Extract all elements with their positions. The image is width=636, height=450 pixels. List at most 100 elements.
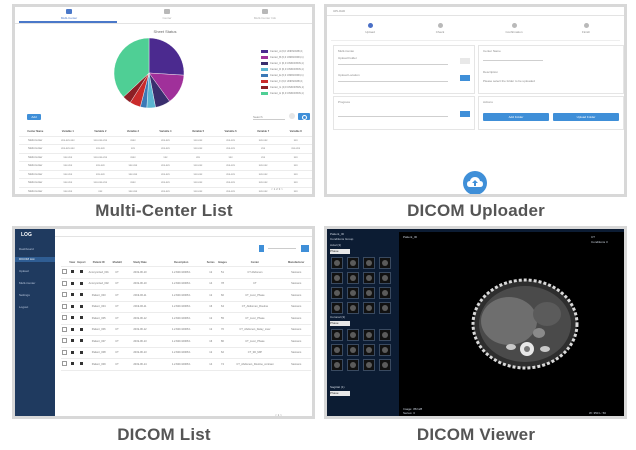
tab-multi-center[interactable]: Multi-Center xyxy=(19,9,119,20)
series-thumbnail[interactable] xyxy=(363,287,375,299)
refresh-icon[interactable] xyxy=(289,113,295,119)
start-button[interactable] xyxy=(460,111,470,117)
column-header[interactable]: Modality xyxy=(111,259,123,267)
series-thumbnail[interactable] xyxy=(331,257,343,269)
series-thumbnail[interactable] xyxy=(363,257,375,269)
pagination[interactable]: < 1 2 3 > xyxy=(271,187,283,191)
table-row[interactable]: Patient_006 CT 2019-06-12 1.2.840.10008.1 12… xyxy=(61,324,311,336)
series-thumbnail[interactable] xyxy=(347,257,359,269)
cloud-upload-button[interactable] xyxy=(463,171,487,194)
column-header[interactable] xyxy=(61,259,69,267)
row-checkbox[interactable] xyxy=(61,358,69,371)
sidebar-item-dicom-list[interactable]: DICOM List xyxy=(15,257,55,262)
table-row[interactable]: Multi-Center xxx-xxx xxx-xxx xxx-xxx xxx-xxx… xyxy=(19,170,312,179)
sidebar-item-logout[interactable]: Logout xyxy=(19,305,53,310)
column-header[interactable]: Patient ID xyxy=(85,259,112,267)
filter-button[interactable] xyxy=(259,245,264,252)
row-checkbox[interactable] xyxy=(61,289,69,302)
series-thumbnail[interactable] xyxy=(331,329,343,341)
series-thumbnail[interactable] xyxy=(379,329,391,341)
row-checkbox[interactable] xyxy=(61,266,69,279)
export-icon[interactable] xyxy=(79,281,83,285)
column-header[interactable]: Export xyxy=(76,259,86,267)
table-row[interactable]: Multi-Center xxx-xxx xxx-xxx-xxx xxxx xxx-xx… xyxy=(19,178,312,188)
series-thumbnail[interactable] xyxy=(331,359,343,371)
view-icon[interactable] xyxy=(70,270,74,274)
table-row[interactable]: Patient_007 CT 2019-06-13 1.2.840.10008.1 16… xyxy=(61,335,311,348)
series-thumbnail[interactable] xyxy=(363,329,375,341)
column-header[interactable]: Variable 1 xyxy=(51,128,85,137)
column-header[interactable]: Variable 8 xyxy=(279,128,312,137)
upload-location-input[interactable] xyxy=(338,81,448,82)
search-button[interactable] xyxy=(301,245,309,252)
view-icon[interactable] xyxy=(70,304,74,308)
export-icon[interactable] xyxy=(79,304,83,308)
coronal-select[interactable]: Phase xyxy=(330,321,350,326)
export-icon[interactable] xyxy=(79,327,83,331)
upload-folder-button[interactable]: Upload Folder xyxy=(553,113,619,121)
series-thumbnail[interactable] xyxy=(363,344,375,356)
series-thumbnail[interactable] xyxy=(347,272,359,284)
tab-center[interactable]: Center xyxy=(117,9,217,20)
table-row[interactable]: Anonymized_002 CT 2019-06-10 1.2.840.10008.… xyxy=(61,278,311,290)
series-thumbnail[interactable] xyxy=(347,344,359,356)
series-thumbnail[interactable] xyxy=(363,359,375,371)
column-header[interactable]: Variable 2 xyxy=(84,128,117,137)
search-button[interactable] xyxy=(298,113,310,120)
column-header[interactable]: Variable 7 xyxy=(246,128,280,137)
table-row[interactable]: Multi-Center xxx-xxx xxx-xxx xxx-xxx xxx-xxx… xyxy=(19,161,312,171)
upload-folder-input[interactable] xyxy=(338,64,448,65)
add-folder-button[interactable]: Add Folder xyxy=(483,113,549,121)
table-row[interactable]: Patient_008 CT 2019-06-13 1.2.840.10008.1 12… xyxy=(61,347,311,359)
sidebar-item-settings[interactable]: Settings xyxy=(19,293,53,298)
series-thumbnail[interactable] xyxy=(347,359,359,371)
view-icon[interactable] xyxy=(70,316,74,320)
column-header[interactable]: Description xyxy=(157,259,205,267)
export-icon[interactable] xyxy=(79,350,83,354)
series-thumbnail[interactable] xyxy=(379,257,391,269)
table-row[interactable]: Multi-Center xxx-xxx-xxx xxx-xxx-xxx xxxx xx… xyxy=(19,136,312,145)
row-checkbox[interactable] xyxy=(61,335,69,348)
view-icon[interactable] xyxy=(70,293,74,297)
column-header[interactable]: Series xyxy=(204,259,217,267)
column-header[interactable]: Study Date xyxy=(122,259,158,267)
column-header[interactable]: Manufacturer xyxy=(281,259,311,267)
series-thumbnail[interactable] xyxy=(347,287,359,299)
series-thumbnail[interactable] xyxy=(331,344,343,356)
column-header[interactable]: Center Name xyxy=(19,128,52,137)
series-thumbnail[interactable] xyxy=(331,272,343,284)
search-input[interactable] xyxy=(268,248,296,249)
series-thumbnail[interactable] xyxy=(347,329,359,341)
pagination[interactable]: < 1 > xyxy=(275,413,282,416)
series-thumbnail[interactable] xyxy=(379,359,391,371)
row-checkbox[interactable] xyxy=(61,301,69,313)
export-icon[interactable] xyxy=(79,293,83,297)
series-thumbnail[interactable] xyxy=(379,287,391,299)
series-thumbnail[interactable] xyxy=(331,287,343,299)
column-header[interactable]: Images xyxy=(216,259,229,267)
export-icon[interactable] xyxy=(79,339,83,343)
select-location-button[interactable] xyxy=(460,75,470,81)
view-icon[interactable] xyxy=(70,327,74,331)
view-icon[interactable] xyxy=(70,362,74,366)
sidebar-item-multi-center[interactable]: Multi-Center xyxy=(19,281,53,286)
column-header[interactable]: Center xyxy=(228,259,282,267)
series-thumbnail[interactable] xyxy=(331,302,343,314)
series-thumbnail[interactable] xyxy=(379,272,391,284)
series-thumbnail[interactable] xyxy=(379,344,391,356)
table-row[interactable]: Patient_004 CT 2019-06-11 1.2.840.10008.1 16… xyxy=(61,301,311,313)
series-thumbnail[interactable] xyxy=(379,302,391,314)
row-checkbox[interactable] xyxy=(61,347,69,359)
view-icon[interactable] xyxy=(70,281,74,285)
sidebar-item-dashboard[interactable]: Dashboard xyxy=(19,247,53,252)
series-thumbnail[interactable] xyxy=(347,302,359,314)
export-icon[interactable] xyxy=(79,362,83,366)
column-header[interactable]: Variable 5 xyxy=(181,128,215,137)
series-thumbnail[interactable] xyxy=(363,272,375,284)
table-row[interactable]: Patient_005 CT 2019-06-12 1.2.840.10008.1 12… xyxy=(61,312,311,325)
row-checkbox[interactable] xyxy=(61,278,69,290)
add-button[interactable]: Add xyxy=(27,114,41,120)
column-header[interactable]: Variable 4 xyxy=(149,128,182,137)
column-header[interactable]: View xyxy=(68,259,77,267)
view-icon[interactable] xyxy=(70,350,74,354)
